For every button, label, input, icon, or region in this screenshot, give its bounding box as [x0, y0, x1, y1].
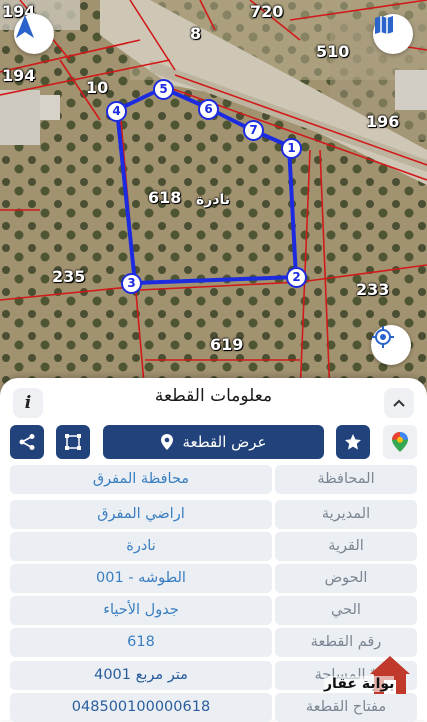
- row-label: الحي: [275, 596, 417, 625]
- show-plot-button[interactable]: عرض القطعة: [103, 425, 324, 459]
- row-village: نادرة القرية: [10, 532, 417, 561]
- vertex-marker: 6: [198, 99, 219, 120]
- vertex-marker: 5: [153, 79, 174, 100]
- parcel-number-label: 235: [52, 267, 86, 286]
- row-value: نادرة: [10, 532, 272, 561]
- location-pin-icon: [161, 434, 174, 450]
- village-label: نادرة: [196, 192, 231, 208]
- row-value: 048500100000618: [10, 693, 272, 722]
- map-layers-icon: [375, 16, 393, 34]
- crosshair-icon: [372, 326, 394, 348]
- vertex-marker: 1: [281, 138, 302, 159]
- favorite-button[interactable]: [336, 425, 370, 459]
- compass-button[interactable]: [14, 14, 54, 54]
- watermark-text: بوابة عقار: [324, 676, 395, 692]
- row-value: اراضي المفرق: [10, 500, 272, 529]
- row-value: 4001 متر مربع: [10, 661, 272, 690]
- share-icon: [19, 434, 35, 450]
- parcel-number-label: 196: [366, 112, 400, 131]
- row-label: المحافظة: [275, 465, 417, 494]
- google-maps-button[interactable]: [383, 425, 417, 459]
- my-location-button[interactable]: [371, 325, 411, 365]
- map-layers-button[interactable]: [373, 14, 413, 54]
- vertex-marker: 2: [286, 267, 307, 288]
- chevron-up-icon: [393, 399, 405, 407]
- vertex-marker: 4: [106, 101, 127, 122]
- collapse-button[interactable]: [384, 388, 414, 418]
- row-directorate: اراضي المفرق المديرية: [10, 500, 417, 529]
- parcel-number-label: 618: [148, 188, 182, 207]
- watermark-logo: بوابة عقار: [320, 648, 412, 708]
- row-value: الطوشه - 001: [10, 564, 272, 593]
- panel-title: معلومات القطعة: [154, 386, 273, 406]
- parcel-number-label: 8: [190, 24, 202, 43]
- vertex-marker: 3: [121, 273, 142, 294]
- row-basin: الطوشه - 001 الحوض: [10, 564, 417, 593]
- parcel-number-label: 194: [2, 66, 36, 85]
- vertex-marker: 7: [243, 120, 264, 141]
- row-neighborhood: جدول الأحياء الحي: [10, 596, 417, 625]
- parcel-number-label: 720: [250, 2, 284, 21]
- row-label: الحوض: [275, 564, 417, 593]
- parcel-number-label: 10: [86, 78, 109, 97]
- satellite-map[interactable]: 1 2 3 4 5 6 7 194 720 8 510 194 10 196 6…: [0, 0, 427, 395]
- select-area-button[interactable]: [56, 425, 90, 459]
- star-icon: [345, 434, 361, 450]
- google-maps-icon: [392, 432, 408, 452]
- row-label: القرية: [275, 532, 417, 561]
- row-value: محافظة المفرق: [10, 465, 272, 494]
- parcel-number-label: 233: [356, 280, 390, 299]
- parcel-number-label: 510: [316, 42, 350, 61]
- select-area-icon: [65, 434, 81, 450]
- show-plot-label: عرض القطعة: [182, 433, 267, 451]
- parcel-number-label: 619: [210, 335, 244, 354]
- row-value: 618: [10, 628, 272, 657]
- row-value: جدول الأحياء: [10, 596, 272, 625]
- row-governorate: محافظة المفرق المحافظة: [10, 465, 417, 494]
- row-label: المديرية: [275, 500, 417, 529]
- share-button[interactable]: [10, 425, 44, 459]
- compass-icon: [16, 15, 34, 38]
